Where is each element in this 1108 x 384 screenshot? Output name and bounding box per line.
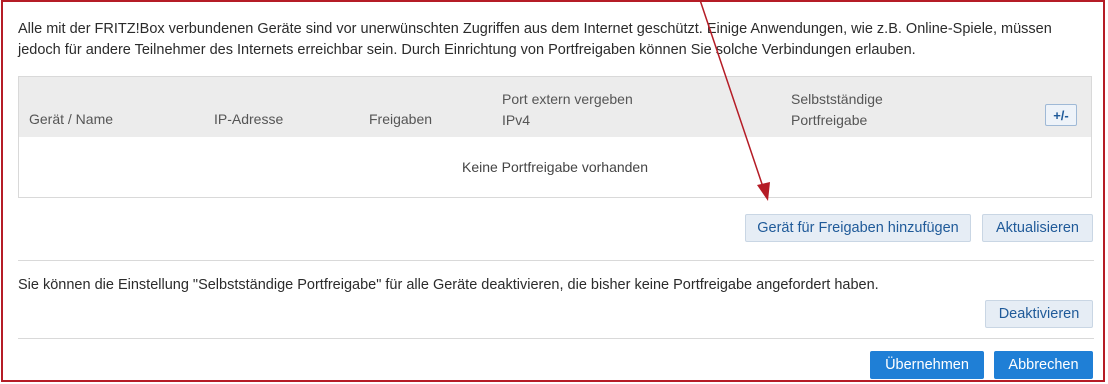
column-port-external-line1: Port extern vergeben [502, 91, 633, 107]
table-header: Gerät / Name IP-Adresse Freigaben Port e… [19, 77, 1091, 137]
cancel-button[interactable]: Abbrechen [994, 351, 1093, 379]
deactivate-note: Sie können die Einstellung "Selbstständi… [18, 277, 879, 293]
column-self-line2: Portfreigabe [791, 112, 868, 128]
port-sharing-table: Gerät / Name IP-Adresse Freigaben Port e… [18, 76, 1092, 198]
refresh-button[interactable]: Aktualisieren [982, 214, 1093, 242]
apply-button[interactable]: Übernehmen [870, 351, 984, 379]
column-ip-address: IP-Adresse [214, 111, 284, 127]
column-shares: Freigaben [369, 111, 433, 127]
footer-divider [18, 338, 1094, 339]
empty-table-message: Keine Portfreigabe vorhanden [461, 159, 649, 175]
column-self-line1: Selbstständige [791, 91, 883, 107]
plus-minus-icon: +/- [1053, 107, 1069, 123]
column-port-external: Port extern vergeben IPv4 [502, 89, 633, 131]
add-device-button[interactable]: Gerät für Freigaben hinzufügen [745, 214, 971, 242]
section-divider [18, 260, 1094, 261]
column-device-name: Gerät / Name [29, 111, 114, 127]
column-self-port-sharing: Selbstständige Portfreigabe [791, 89, 883, 131]
deactivate-button[interactable]: Deaktivieren [985, 300, 1093, 328]
column-port-external-line2: IPv4 [502, 112, 531, 128]
plus-minus-button[interactable]: +/- [1045, 104, 1077, 126]
intro-text: Alle mit der FRITZ!Box verbundenen Gerät… [18, 21, 1052, 58]
